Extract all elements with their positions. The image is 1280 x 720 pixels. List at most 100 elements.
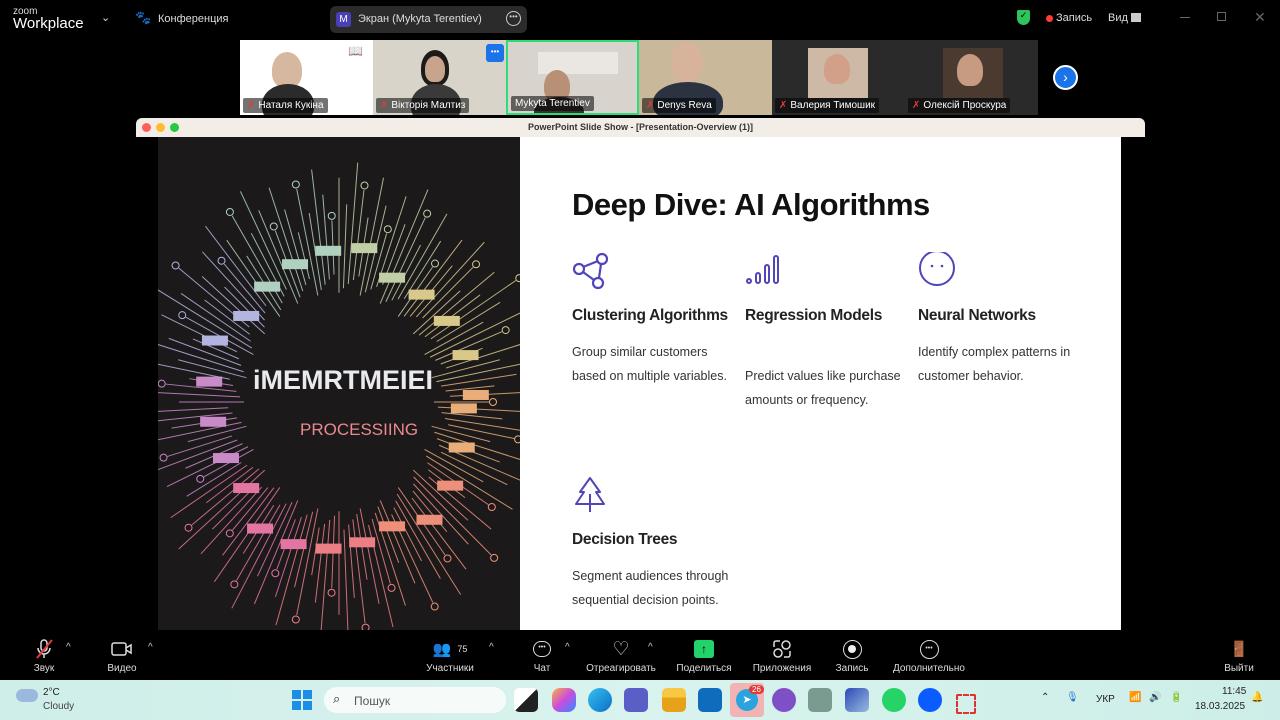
circuit-node xyxy=(431,259,440,268)
copilot-icon[interactable] xyxy=(552,688,576,712)
circuit-chip xyxy=(233,483,260,494)
card-decision-trees: Decision Trees Segment audiences through… xyxy=(572,476,732,612)
whatsapp-icon[interactable] xyxy=(882,688,906,712)
participants-button[interactable]: 👥 75 Участники xyxy=(420,638,480,674)
teams-icon[interactable] xyxy=(624,688,648,712)
battery-icon[interactable]: 🔋 xyxy=(1170,692,1182,703)
tile-options-icon[interactable]: ••• xyxy=(486,44,504,62)
apps-button[interactable]: Приложения xyxy=(750,638,814,674)
record-icon xyxy=(842,639,862,659)
more-options-icon[interactable]: ••• xyxy=(506,11,521,26)
chatgpt-icon[interactable] xyxy=(808,688,832,712)
leave-button[interactable]: 🚪 Выйти xyxy=(1222,638,1256,674)
meeting-label[interactable]: Конференция xyxy=(158,13,228,25)
maximize-icon[interactable] xyxy=(1217,12,1226,21)
share-button[interactable]: ↑ Поделиться xyxy=(674,638,734,674)
task-view-icon[interactable] xyxy=(514,688,538,712)
remote-desktop-icon[interactable] xyxy=(845,688,869,712)
volume-icon[interactable]: 🔊 xyxy=(1149,692,1161,703)
video-tile[interactable]: 📖 ✗ Наталя Кукіна xyxy=(240,40,373,115)
zoom-app-icon[interactable] xyxy=(918,688,942,712)
video-tile[interactable]: ✗ Олексій Проскура xyxy=(905,40,1038,115)
share-window-title: PowerPoint Slide Show - [Presentation-Ov… xyxy=(527,122,754,132)
record-button[interactable]: Запись xyxy=(834,638,870,674)
file-explorer-icon[interactable] xyxy=(662,688,686,712)
circuit-trace xyxy=(448,424,515,440)
next-page-button[interactable]: › xyxy=(1053,65,1078,90)
react-options-caret[interactable]: ^ xyxy=(648,642,653,653)
weather-status[interactable]: Cloudy xyxy=(43,701,74,712)
circuit-chip xyxy=(351,243,378,254)
circuit-chip xyxy=(450,403,477,414)
show-hidden-icons[interactable]: ⌃ xyxy=(1041,692,1049,703)
circuit-trace xyxy=(158,392,241,398)
circuit-chip xyxy=(349,537,376,548)
view-button[interactable]: Вид xyxy=(1108,12,1128,24)
video-tile[interactable]: ✗ Denys Reva xyxy=(639,40,772,115)
participants-options-caret[interactable]: ^ xyxy=(489,642,494,653)
circuit-node xyxy=(443,554,452,563)
audio-options-caret[interactable]: ^ xyxy=(66,642,71,653)
chat-options-caret[interactable]: ^ xyxy=(565,642,570,653)
chevron-down-icon[interactable]: ⌄ xyxy=(101,11,110,24)
signal-bars-icon xyxy=(746,255,779,284)
more-icon: ••• xyxy=(919,639,939,659)
circuit-node xyxy=(184,523,193,532)
circuit-node xyxy=(225,529,234,538)
security-shield-icon[interactable]: ✓ xyxy=(1017,10,1030,25)
circuit-trace xyxy=(342,204,348,289)
circuit-trace xyxy=(415,241,485,318)
clock-date[interactable]: 18.03.2025 xyxy=(1195,701,1245,712)
edge-icon[interactable] xyxy=(588,688,612,712)
close-icon[interactable]: ✕ xyxy=(1254,9,1266,26)
windows-start-icon[interactable] xyxy=(292,690,312,710)
card-text: Segment audiences through sequential dec… xyxy=(572,569,729,607)
video-button[interactable]: Видео xyxy=(104,638,140,674)
view-grid-icon[interactable] xyxy=(1131,13,1141,22)
telegram-button[interactable]: ➤ 26 xyxy=(730,683,764,717)
circuit-trace xyxy=(424,448,484,483)
video-tile-active-speaker[interactable]: Mykyta Terentiev xyxy=(506,40,639,115)
more-label: Дополнительно xyxy=(893,663,965,674)
chat-button[interactable]: ••• Чат xyxy=(528,638,556,674)
card-clustering: Clustering Algorithms Group similar cust… xyxy=(572,252,732,388)
video-tile[interactable]: ✗ Валерия Тимошик xyxy=(772,40,905,115)
participant-name: Denys Reva xyxy=(657,100,712,111)
snipping-tool-icon[interactable] xyxy=(956,694,976,714)
outlook-icon[interactable] xyxy=(698,688,722,712)
wifi-icon[interactable]: 📶 xyxy=(1129,692,1141,703)
card-title: Regression Models xyxy=(745,307,883,324)
circuit-trace xyxy=(412,490,448,532)
circuit-trace xyxy=(320,519,331,630)
viber-icon[interactable] xyxy=(772,688,796,712)
mic-location-icon[interactable]: 🎙 xyxy=(1066,692,1079,703)
react-button[interactable]: ♡ Отреагировать xyxy=(584,638,658,675)
circuit-trace xyxy=(403,239,463,317)
audio-button[interactable]: Звук xyxy=(28,638,60,674)
circuit-trace xyxy=(396,493,462,595)
circuit-chip xyxy=(282,259,309,270)
recording-status[interactable]: Запись xyxy=(1056,12,1092,24)
participants-label: Участники xyxy=(426,663,474,674)
more-button[interactable]: ••• Дополнительно xyxy=(890,638,968,674)
video-tile[interactable]: ••• ✗ Вікторія Малтиз xyxy=(373,40,506,115)
zoom-dot-icon xyxy=(170,123,179,132)
circuit-trace xyxy=(226,239,281,317)
chat-icon: ••• xyxy=(533,641,551,657)
circuit-chip xyxy=(462,389,489,400)
zoom-title-bar: zoom Workplace ⌄ 🐾 Конференция M Экран (… xyxy=(0,0,1280,38)
video-options-caret[interactable]: ^ xyxy=(148,642,153,653)
circuit-trace xyxy=(343,529,349,630)
circuit-node xyxy=(178,311,187,320)
temperature[interactable]: 2°C xyxy=(43,687,60,698)
search-box[interactable]: ⌕ Пошук xyxy=(324,687,506,713)
circuit-node xyxy=(158,379,166,388)
minimize-icon[interactable] xyxy=(1180,17,1190,18)
card-neural: Neural Networks Identify complex pattern… xyxy=(918,250,1078,388)
screen-share-pill[interactable]: M Экран (Mykyta Terentiev) ••• xyxy=(330,6,527,33)
search-icon: ⌕ xyxy=(333,691,341,706)
language-indicator[interactable]: УКР xyxy=(1096,694,1115,705)
circuit-chip xyxy=(379,521,406,532)
notifications-icon[interactable]: 🔔 xyxy=(1251,692,1263,703)
clock-time[interactable]: 11:45 xyxy=(1222,686,1246,697)
